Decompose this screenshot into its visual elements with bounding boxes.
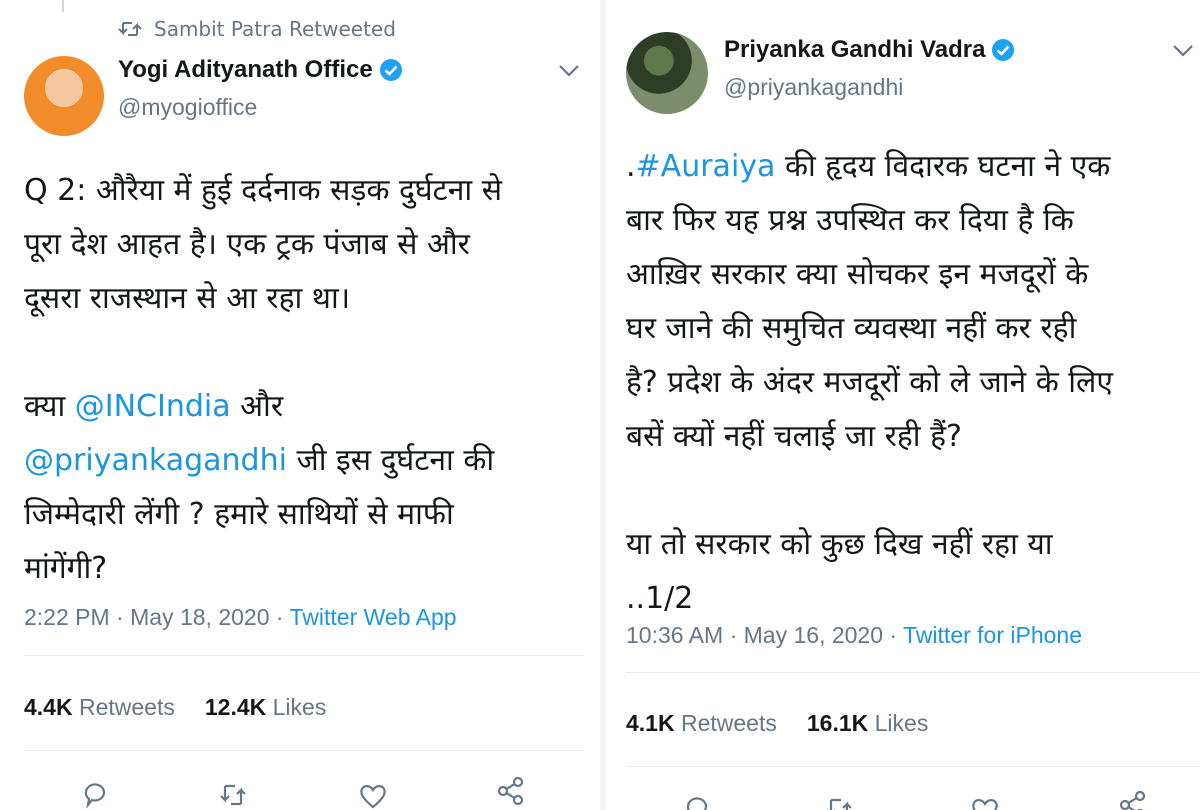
retweets-count: 4.1K [626, 710, 675, 736]
divider [24, 655, 584, 656]
tweet-text-fragment: जी इस दुर्घटना की [286, 443, 495, 478]
verified-badge-icon [379, 59, 402, 81]
chevron-down-icon[interactable] [1172, 44, 1194, 58]
tweet-text: .#Auraiya की हृदय विदारक घटना ने एक बार … [626, 140, 1200, 626]
share-icon[interactable] [496, 776, 526, 806]
tweet-text: Q 2: औरैया में हुई दर्दनाक सड़क दुर्घटना… [24, 164, 590, 596]
retweets-stat[interactable]: 4.1K Retweets [626, 710, 777, 737]
tweet-stats: 4.4K Retweets 12.4K Likes [24, 694, 326, 721]
author-name[interactable]: Priyanka Gandhi Vadra [724, 36, 985, 64]
likes-stat[interactable]: 16.1K Likes [807, 710, 928, 737]
avatar[interactable] [626, 32, 708, 114]
divider [626, 672, 1200, 673]
tweet-line: दूसरा राजस्थान से आ रहा था। [24, 281, 351, 316]
tweet-line: मांगेंगी? [24, 551, 108, 586]
likes-stat[interactable]: 12.4K Likes [205, 694, 326, 721]
share-icon[interactable] [1118, 790, 1148, 810]
likes-label: Likes [272, 694, 327, 720]
tweet-line: @priyankagandhi जी इस दुर्घटना की [24, 434, 590, 488]
author-name[interactable]: Yogi Adityanath Office [118, 56, 373, 84]
mention-link[interactable]: @INCIndia [75, 389, 231, 424]
tweet-stats: 4.1K Retweets 16.1K Likes [626, 710, 928, 737]
meta-separator: · [269, 604, 290, 630]
author-handle[interactable]: @priyankagandhi [724, 74, 903, 101]
retweets-label: Retweets [680, 710, 777, 736]
tweet-line: Q 2: औरैया में हुई दर्दनाक सड़क दुर्घटना… [24, 173, 502, 208]
avatar[interactable] [24, 56, 104, 136]
tweet-source[interactable]: Twitter Web App [290, 604, 457, 630]
tweet-time[interactable]: 10:36 AM [626, 622, 723, 648]
tweet-line: पूरा देश आहत है। एक ट्रक पंजाब से और [24, 227, 470, 262]
retweet-icon[interactable] [218, 780, 248, 810]
like-icon[interactable] [358, 780, 388, 810]
reply-icon[interactable] [80, 778, 110, 808]
thread-line [62, 0, 64, 12]
divider [24, 750, 584, 751]
retweets-label: Retweets [78, 694, 175, 720]
likes-count: 12.4K [204, 694, 267, 720]
meta-separator: · [723, 622, 744, 648]
tweet-meta: 2:22 PM · May 18, 2020 · Twitter Web App [24, 604, 457, 631]
tweet-meta: 10:36 AM · May 16, 2020 · Twitter for iP… [626, 622, 1082, 649]
tweet-line: बार फिर यह प्रश्न उपस्थित कर दिया है कि [626, 203, 1074, 238]
hashtag-link[interactable]: #Auraiya [636, 149, 776, 184]
retweet-icon[interactable] [824, 794, 854, 810]
tweet-date[interactable]: May 18, 2020 [130, 604, 269, 630]
mention-link[interactable]: @priyankagandhi [24, 443, 287, 478]
tweet-text-fragment: और [230, 389, 284, 424]
retweet-icon [118, 22, 142, 36]
tweet-date[interactable]: May 16, 2020 [744, 622, 883, 648]
meta-separator: · [883, 622, 904, 648]
tweet-text-fragment: की हृदय विदारक घटना ने एक [775, 149, 1111, 184]
tweet-line: आख़िर सरकार क्या सोचकर इन मजदूरों के [626, 257, 1089, 292]
likes-label: Likes [874, 710, 929, 736]
likes-count: 16.1K [806, 710, 869, 736]
retweets-count: 4.4K [24, 694, 73, 720]
chevron-down-icon[interactable] [558, 64, 580, 78]
author-name-row[interactable]: Priyanka Gandhi Vadra [724, 36, 1015, 64]
tweet-text-fragment: . [626, 149, 636, 184]
tweet-panel-left: Sambit Patra Retweeted Yogi Adityanath O… [0, 0, 600, 810]
retweeted-by-label: Sambit Patra Retweeted [154, 17, 396, 41]
verified-badge-icon [992, 39, 1015, 61]
meta-separator: · [109, 604, 131, 630]
like-icon[interactable] [970, 794, 1000, 810]
author-handle[interactable]: @myogioffice [118, 94, 257, 121]
tweet-line: क्या @INCIndia और [24, 380, 590, 434]
tweet-line: बसें क्यों नहीं चलाई जा रही हैं? [626, 419, 962, 454]
reply-icon[interactable] [682, 792, 712, 810]
tweet-line: जिम्मेदारी लेंगी ? हमारे साथियों से माफी [24, 497, 454, 532]
retweeted-by-row[interactable]: Sambit Patra Retweeted [118, 16, 396, 42]
tweet-line: या तो सरकार को कुछ दिख नहीं रहा या [626, 527, 1053, 562]
tweet-time[interactable]: 2:22 PM [24, 604, 110, 630]
divider [626, 766, 1200, 767]
tweet-line: घर जाने की समुचित व्यवस्था नहीं कर रही [626, 311, 1077, 346]
retweets-stat[interactable]: 4.4K Retweets [24, 694, 175, 721]
tweet-source[interactable]: Twitter for iPhone [903, 622, 1082, 648]
tweet-line: है? प्रदेश के अंदर मजदूरों को ले जाने के… [626, 365, 1113, 400]
tweet-line: ..1/2 [626, 581, 694, 616]
tweet-line: .#Auraiya की हृदय विदारक घटना ने एक [626, 140, 1200, 194]
tweet-text-fragment: क्या [24, 389, 75, 424]
author-name-row[interactable]: Yogi Adityanath Office [118, 56, 403, 84]
